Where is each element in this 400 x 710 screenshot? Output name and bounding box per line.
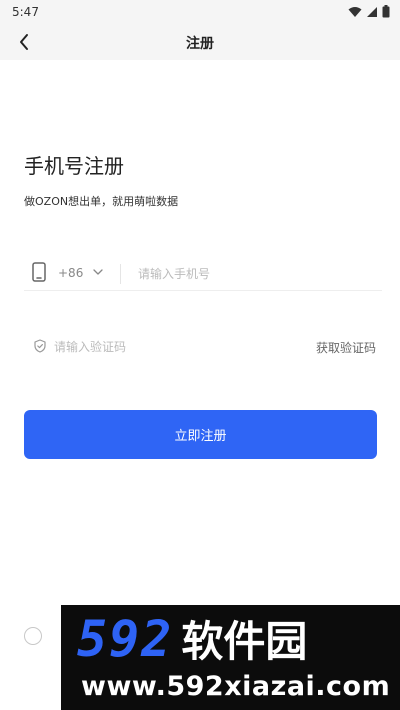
field-divider xyxy=(120,264,121,284)
code-row: 获取验证码 xyxy=(24,334,376,360)
phone-input[interactable] xyxy=(136,262,370,286)
nav-bar: 注册 xyxy=(0,24,400,60)
register-subheading: 做OZON想出单，就用萌啦数据 xyxy=(24,195,179,208)
get-code-button[interactable]: 获取验证码 xyxy=(316,339,376,356)
mobile-phone-icon xyxy=(32,262,46,282)
page-title: 注册 xyxy=(186,36,214,52)
watermark-number: 592 xyxy=(77,610,174,668)
register-heading: 手机号注册 xyxy=(24,154,124,178)
battery-icon xyxy=(382,5,390,18)
country-code-selector[interactable]: +86 xyxy=(58,266,83,280)
verification-code-input[interactable] xyxy=(52,335,236,359)
watermark-title: 软件园 xyxy=(181,617,308,666)
register-button[interactable]: 立即注册 xyxy=(24,410,377,459)
watermark-logo: 592 软件园 www.592xiazai.com xyxy=(61,605,400,710)
status-bar: 5:47 xyxy=(0,0,400,24)
chevron-down-icon[interactable] xyxy=(92,265,104,279)
agreement-radio[interactable] xyxy=(24,627,42,645)
watermark-url: www.592xiazai.com xyxy=(81,671,391,702)
wifi-icon xyxy=(348,6,362,17)
signal-icon xyxy=(367,6,377,17)
shield-icon xyxy=(34,339,46,353)
status-time: 5:47 xyxy=(12,5,39,19)
phone-row: +86 xyxy=(24,256,382,291)
status-icons xyxy=(348,5,390,18)
